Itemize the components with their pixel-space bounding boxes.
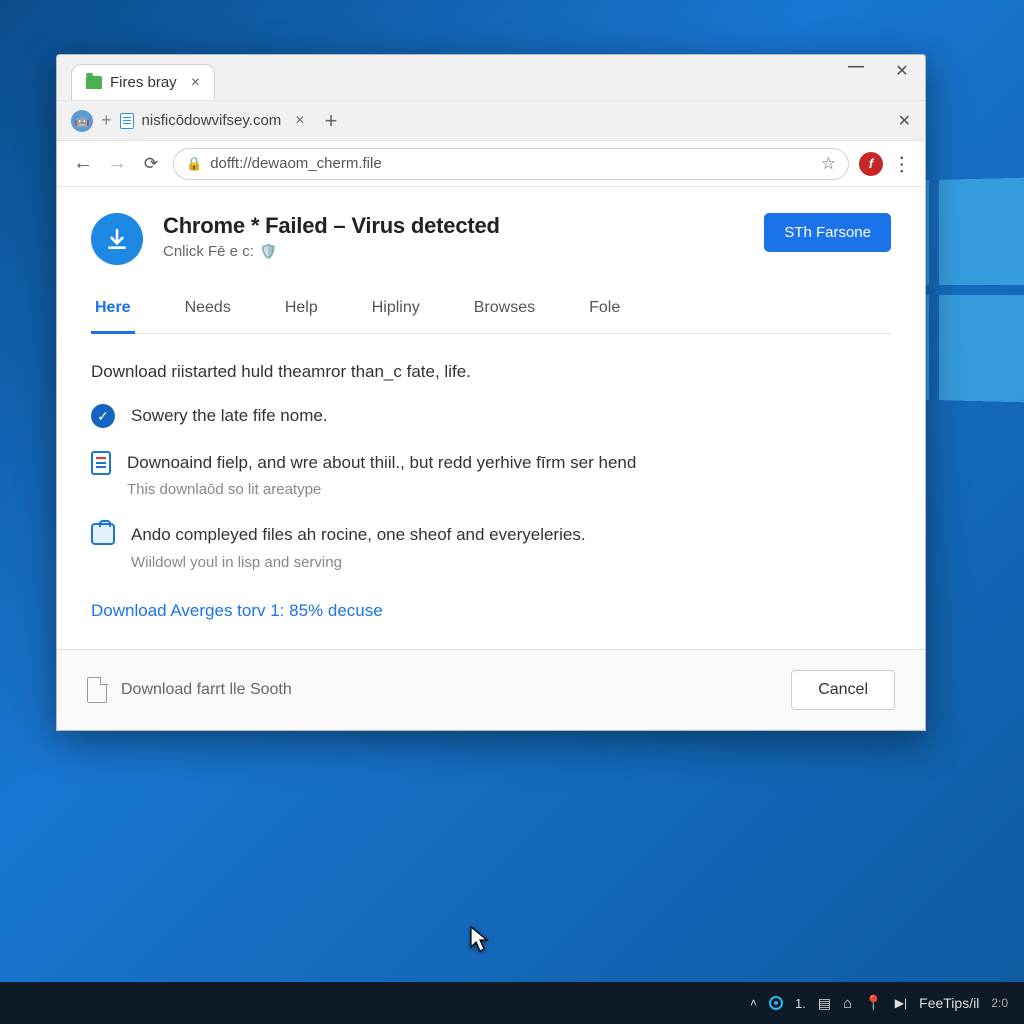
download-file-label: Download farrt lle Sooth	[121, 681, 292, 699]
package-icon	[91, 523, 115, 545]
page-header: Chrome * Failed – Virus detected Cnlick …	[91, 213, 891, 265]
folder-icon	[86, 76, 102, 89]
tab-fole[interactable]: Fole	[585, 289, 624, 333]
tab2-close-icon[interactable]: ×	[295, 112, 304, 130]
download-icon	[91, 213, 143, 265]
tray-tips-label[interactable]: FeeTips/il	[919, 995, 979, 1011]
tab-active[interactable]: Fires bray ×	[71, 64, 215, 100]
browser-window: Fires bray × — ✕ 🤖 + nisficōdowvifsey.co…	[56, 54, 926, 731]
cursor-icon	[470, 926, 490, 954]
content-tabs: Here Needs Help Hipliny Browses Fole	[91, 289, 891, 334]
tab-label: Fires bray	[110, 74, 177, 91]
bookmark-star-icon[interactable]: ☆	[821, 154, 836, 174]
tab-browses[interactable]: Browses	[470, 289, 539, 333]
tab-strip-secondary: 🤖 + nisficōdowvifsey.com × + ✕	[57, 101, 925, 141]
system-tray: ˄ 1. ▤ ⌂ 📍 ▶| FeeTips/il 2:0	[750, 994, 1018, 1012]
tray-app-icon[interactable]: ▤	[818, 995, 831, 1012]
extension-badge-icon[interactable]: f	[859, 152, 883, 176]
tab-strip: Fires bray ×	[57, 55, 215, 100]
primary-action-button[interactable]: STh Farsone	[764, 213, 891, 252]
list-item: ✓ Sowery the late fife nome.	[91, 404, 891, 429]
document-icon	[91, 451, 111, 475]
minimize-button[interactable]: —	[833, 51, 879, 83]
window-controls: — ✕	[833, 55, 925, 87]
intro-text: Download riistarted huld theamror than_c…	[91, 362, 891, 382]
list-item: Downoaind fielp, and wre about thiil., b…	[91, 451, 891, 501]
page-title: Chrome * Failed – Virus detected	[163, 213, 744, 239]
forward-button[interactable]: →	[105, 152, 129, 175]
address-bar[interactable]: 🔒 dofft://dewaom_cherm.file ☆	[173, 148, 849, 180]
robot-icon[interactable]: 🤖	[71, 110, 93, 132]
cancel-button[interactable]: Cancel	[791, 670, 895, 710]
item3-text: Ando compleyed files ah rocine, one sheo…	[131, 523, 586, 548]
page-icon	[120, 113, 134, 129]
plus-small-icon[interactable]: +	[101, 110, 112, 131]
tray-play-icon[interactable]: ▶|	[895, 996, 907, 1010]
reload-button[interactable]: ⟳	[139, 154, 163, 174]
tab-needs[interactable]: Needs	[181, 289, 235, 333]
tray-pin-icon[interactable]: 📍	[864, 994, 883, 1012]
progress-link[interactable]: Download Averges torv 1: 85% decuse	[91, 601, 891, 621]
taskbar[interactable]: ˄ 1. ▤ ⌂ 📍 ▶| FeeTips/il 2:0	[0, 982, 1024, 1024]
page-subtitle: Cnlick Fē e c:	[163, 243, 254, 260]
item3-subtext: Wiildowl youl in lisp and serving	[131, 552, 586, 574]
tray-number: 1.	[795, 996, 806, 1011]
tray-status-icon[interactable]	[769, 996, 783, 1010]
tab-help[interactable]: Help	[281, 289, 322, 333]
back-button[interactable]: ←	[71, 152, 95, 175]
list-item: Ando compleyed files ah rocine, one sheo…	[91, 523, 891, 573]
shield-icon: 🛡️	[260, 243, 277, 260]
item2-text: Downoaind fielp, and wre about thiil., b…	[127, 451, 636, 476]
new-tab-button[interactable]: +	[325, 108, 338, 134]
menu-button[interactable]: ⋯	[890, 155, 915, 173]
download-footer: Download farrt lle Sooth Cancel	[57, 649, 925, 730]
tray-clock[interactable]: 2:0	[991, 996, 1008, 1010]
tab-hipliny[interactable]: Hipliny	[368, 289, 424, 333]
tab2-label[interactable]: nisficōdowvifsey.com	[142, 112, 282, 129]
url-text: dofft://dewaom_cherm.file	[210, 155, 381, 172]
item1-text: Sowery the late fife nome.	[131, 404, 328, 429]
close-window-button[interactable]: ✕	[879, 55, 925, 87]
check-icon: ✓	[91, 404, 115, 428]
tab-here[interactable]: Here	[91, 289, 135, 334]
page-content: Chrome * Failed – Virus detected Cnlick …	[57, 187, 925, 621]
item2-subtext: This downlaōd so lit areatype	[127, 479, 636, 501]
lock-icon: 🔒	[186, 156, 202, 172]
titlebar: Fires bray × — ✕	[57, 55, 925, 101]
tray-chevron-icon[interactable]: ˄	[750, 996, 757, 1010]
file-icon	[87, 677, 107, 703]
toolbar: ← → ⟳ 🔒 dofft://dewaom_cherm.file ☆ f ⋯	[57, 141, 925, 187]
tray-home-icon[interactable]: ⌂	[843, 995, 852, 1012]
tab-close-icon[interactable]: ×	[191, 74, 200, 92]
tabrow-close-icon[interactable]: ✕	[898, 111, 911, 131]
